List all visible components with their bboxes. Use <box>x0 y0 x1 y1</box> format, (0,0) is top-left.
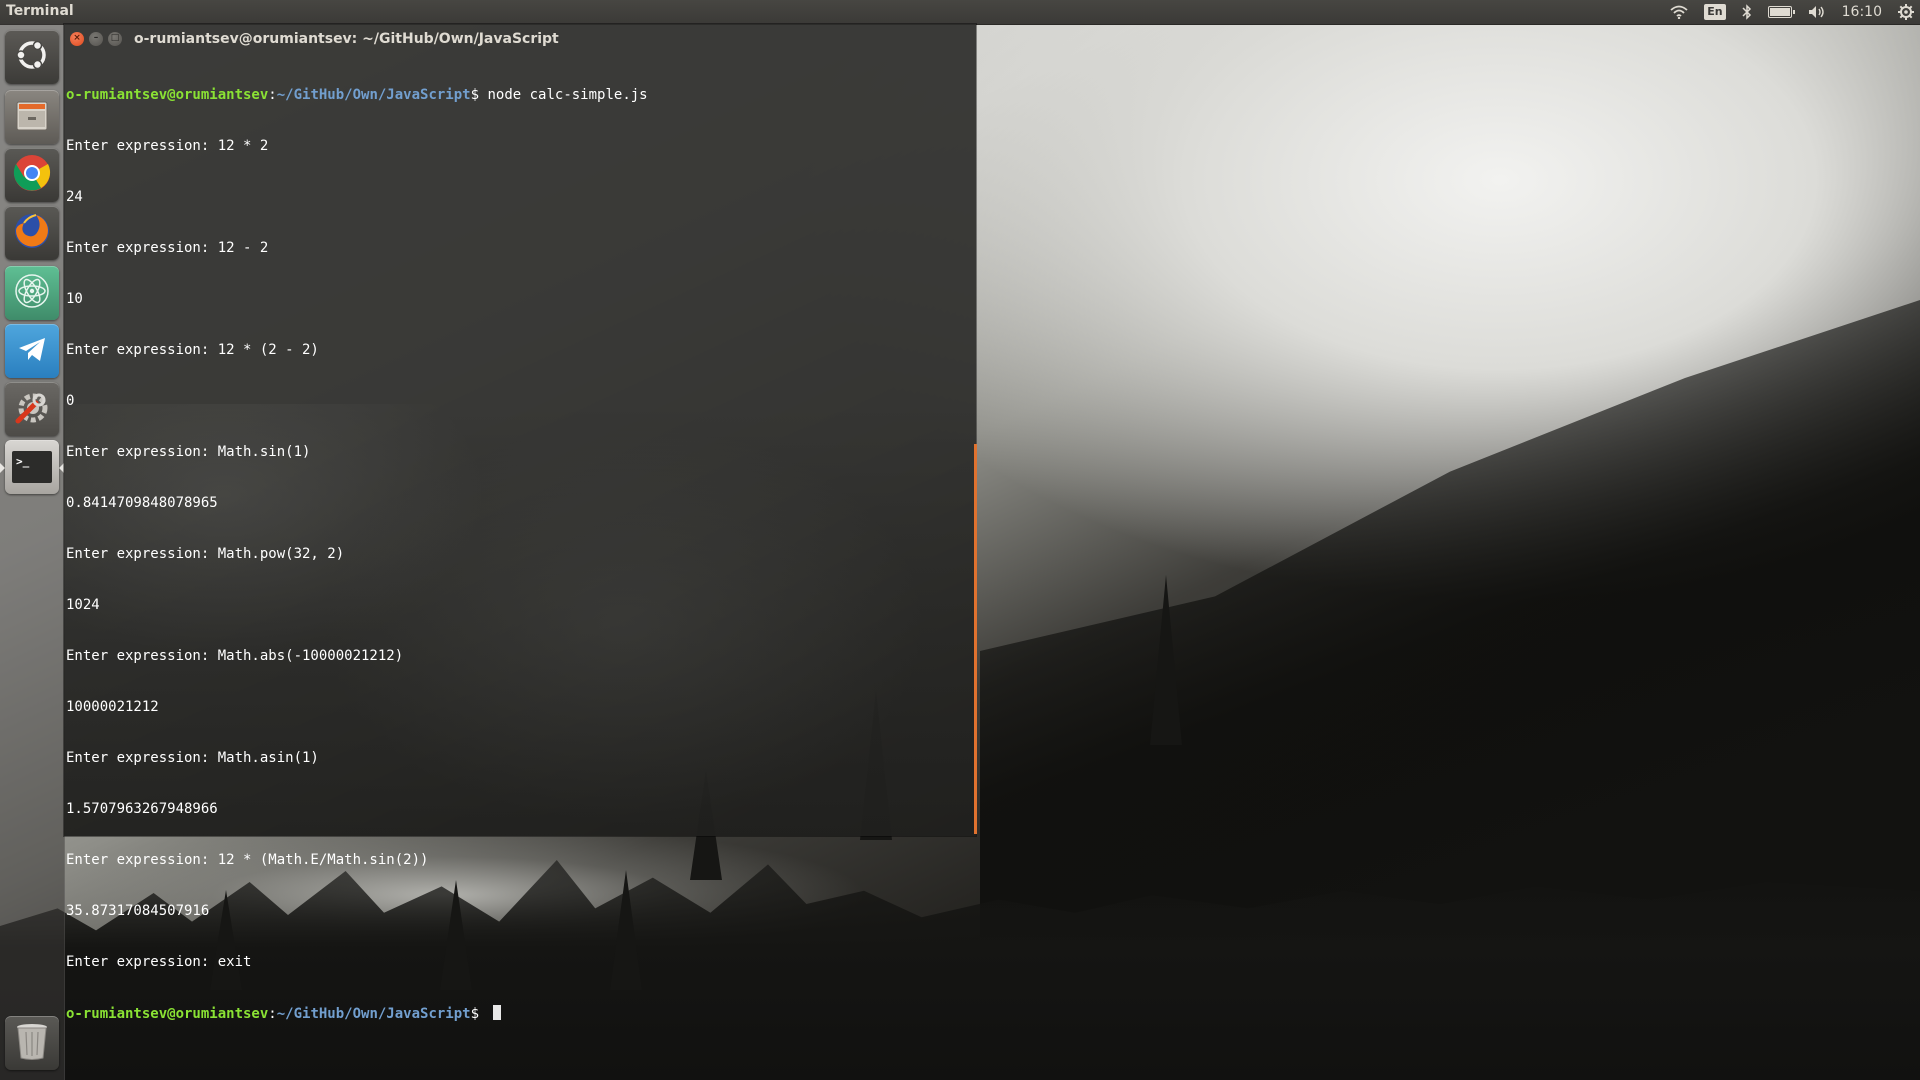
prompt-separator: : <box>268 1006 277 1022</box>
file-cabinet-icon <box>13 96 51 138</box>
output-line: 24 <box>66 189 83 205</box>
settings-wrench-icon <box>12 387 52 431</box>
prompt-dollar: $ <box>470 87 488 103</box>
prompt-path: ~/GitHub/Own/JavaScript <box>276 87 471 103</box>
output-line: Enter expression: Math.pow(32, 2) <box>66 546 345 562</box>
output-line: Enter expression: Math.sin(1) <box>66 444 311 460</box>
trash-icon <box>14 1021 50 1065</box>
atom-icon <box>13 272 51 314</box>
command-text: node calc-simple.js <box>487 87 648 103</box>
system-gear-icon[interactable] <box>1898 4 1914 20</box>
prompt-line[interactable]: o-rumiantsev@orumiantsev:~/GitHub/Own/Ja… <box>66 1005 970 1022</box>
output-line: Enter expression: 12 * (2 - 2) <box>66 342 319 358</box>
active-app-title: Terminal <box>6 3 74 19</box>
output-line: 1.5707963267948966 <box>66 801 218 817</box>
text-cursor <box>493 1005 502 1020</box>
command-line: o-rumiantsev@orumiantsev:~/GitHub/Own/Ja… <box>66 87 970 104</box>
terminal-icon: >_ <box>12 451 52 483</box>
output-line: 0 <box>66 393 75 409</box>
window-resize-edge[interactable] <box>974 444 977 834</box>
terminal-title: o-rumiantsev@orumiantsev: ~/GitHub/Own/J… <box>134 30 559 47</box>
maximize-button[interactable]: □ <box>108 31 122 46</box>
launcher-dash-home[interactable] <box>5 30 59 84</box>
terminal-window[interactable]: × – □ o-rumiantsev@orumiantsev: ~/GitHub… <box>64 24 976 1022</box>
close-button[interactable]: × <box>70 31 84 46</box>
output-line: Enter expression: 12 * 2 <box>66 138 269 154</box>
ubuntu-logo-icon <box>14 37 50 77</box>
launcher-telegram[interactable] <box>5 324 59 378</box>
top-panel: Terminal En 16:10 <box>0 0 1920 24</box>
keyboard-layout-indicator[interactable]: En <box>1704 4 1726 20</box>
prompt-path: ~/GitHub/Own/JavaScript <box>276 1006 471 1022</box>
output-line: Enter expression: 12 * (Math.E/Math.sin(… <box>66 852 429 868</box>
output-line: 35.87317084507916 <box>66 903 210 919</box>
keyboard-layout-label: En <box>1704 4 1726 20</box>
prompt-dollar: $ <box>470 1006 488 1022</box>
chrome-icon <box>12 153 52 197</box>
output-line: Enter expression: 12 - 2 <box>66 240 269 256</box>
prompt-separator: : <box>268 87 277 103</box>
launcher: >_ <box>0 24 65 1080</box>
wifi-icon[interactable] <box>1670 5 1688 19</box>
output-line: 0.8414709848078965 <box>66 495 218 511</box>
telegram-icon <box>13 330 51 372</box>
launcher-atom[interactable] <box>5 266 59 320</box>
output-line: Enter expression: Math.abs(-10000021212) <box>66 648 404 664</box>
indicator-area: En 16:10 <box>1670 0 1914 24</box>
firefox-icon <box>12 211 52 255</box>
clock[interactable]: 16:10 <box>1842 4 1882 20</box>
launcher-active-indicator <box>0 463 5 473</box>
launcher-firefox[interactable] <box>5 206 59 260</box>
prompt-user: o-rumiantsev@orumiantsev <box>66 1006 269 1022</box>
output-line: Enter expression: Math.asin(1) <box>66 750 319 766</box>
battery-icon[interactable] <box>1767 6 1795 18</box>
terminal-title-bar[interactable]: × – □ o-rumiantsev@orumiantsev: ~/GitHub… <box>64 24 976 53</box>
output-line: 10000021212 <box>66 699 159 715</box>
launcher-system-settings[interactable] <box>5 382 59 436</box>
output-line: 10 <box>66 291 83 307</box>
launcher-trash[interactable] <box>5 1016 59 1070</box>
output-line: Enter expression: exit <box>66 954 252 970</box>
prompt-user: o-rumiantsev@orumiantsev <box>66 87 269 103</box>
bluetooth-icon[interactable] <box>1742 4 1752 20</box>
launcher-chrome[interactable] <box>5 148 59 202</box>
minimize-button[interactable]: – <box>89 31 103 46</box>
launcher-files[interactable] <box>5 90 59 144</box>
volume-icon[interactable] <box>1808 5 1826 19</box>
wallpaper-tree <box>1150 575 1182 745</box>
terminal-output[interactable]: o-rumiantsev@orumiantsev:~/GitHub/Own/Ja… <box>66 53 970 1022</box>
launcher-terminal[interactable]: >_ <box>5 440 59 494</box>
output-line: 1024 <box>66 597 100 613</box>
